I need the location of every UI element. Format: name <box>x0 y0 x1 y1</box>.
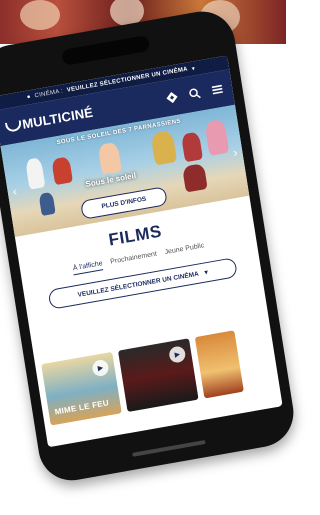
search-icon[interactable] <box>187 85 203 101</box>
menu-icon[interactable] <box>209 81 225 97</box>
brand-logo[interactable]: MULTICINÉ <box>4 104 94 134</box>
banner-figure <box>97 141 122 175</box>
banner-figure <box>51 156 74 186</box>
tab-prochainement[interactable]: Prochainement <box>110 251 158 269</box>
map-pin-icon: ● <box>26 94 32 101</box>
movie-poster[interactable]: ▶ MIME LE FEU <box>41 351 122 426</box>
chevron-down-icon: ▾ <box>204 269 209 277</box>
banner-figure <box>150 130 178 166</box>
play-icon[interactable]: ▶ <box>91 358 110 378</box>
cinema-label: CINÉMA : <box>34 88 64 100</box>
banner-figure <box>180 131 204 163</box>
play-icon[interactable]: ▶ <box>168 345 187 364</box>
movie-poster[interactable] <box>194 330 244 399</box>
logo-mark-icon <box>5 119 21 133</box>
ticket-diamond-icon[interactable] <box>164 89 180 105</box>
phone-notch <box>61 34 151 66</box>
chevron-left-icon[interactable]: ‹ <box>9 184 21 200</box>
tab-a-l-affiche[interactable]: À l'affiche <box>72 260 104 276</box>
banner-figure <box>181 163 208 193</box>
phone-screen: ● CINÉMA : VEUILLEZ SÉLECTIONNER UN CINÉ… <box>0 55 283 448</box>
photo-figure <box>20 0 60 30</box>
cinema-select-label: VEUILLEZ SÉLECTIONNER UN CINÉMA <box>77 270 200 299</box>
phone-mockup: ● CINÉMA : VEUILLEZ SÉLECTIONNER UN CINÉ… <box>0 3 320 515</box>
chevron-right-icon[interactable]: › <box>229 145 241 161</box>
phone-body: ● CINÉMA : VEUILLEZ SÉLECTIONNER UN CINÉ… <box>0 6 299 486</box>
banner-figure <box>204 118 230 156</box>
tab-jeune-public[interactable]: Jeune Public <box>164 242 205 259</box>
poster-title: MIME LE FEU <box>54 398 110 417</box>
home-indicator <box>132 439 206 457</box>
banner-subtitle: Sous le soleil <box>84 171 137 189</box>
brand-name: MULTICINÉ <box>21 104 95 132</box>
banner-figure <box>38 191 56 216</box>
banner-figure <box>24 157 46 190</box>
movie-poster[interactable]: ▶ <box>117 338 199 413</box>
chevron-down-icon: ▾ <box>191 65 196 73</box>
poster-carousel: ▶ MIME LE FEU ▶ <box>41 330 244 426</box>
